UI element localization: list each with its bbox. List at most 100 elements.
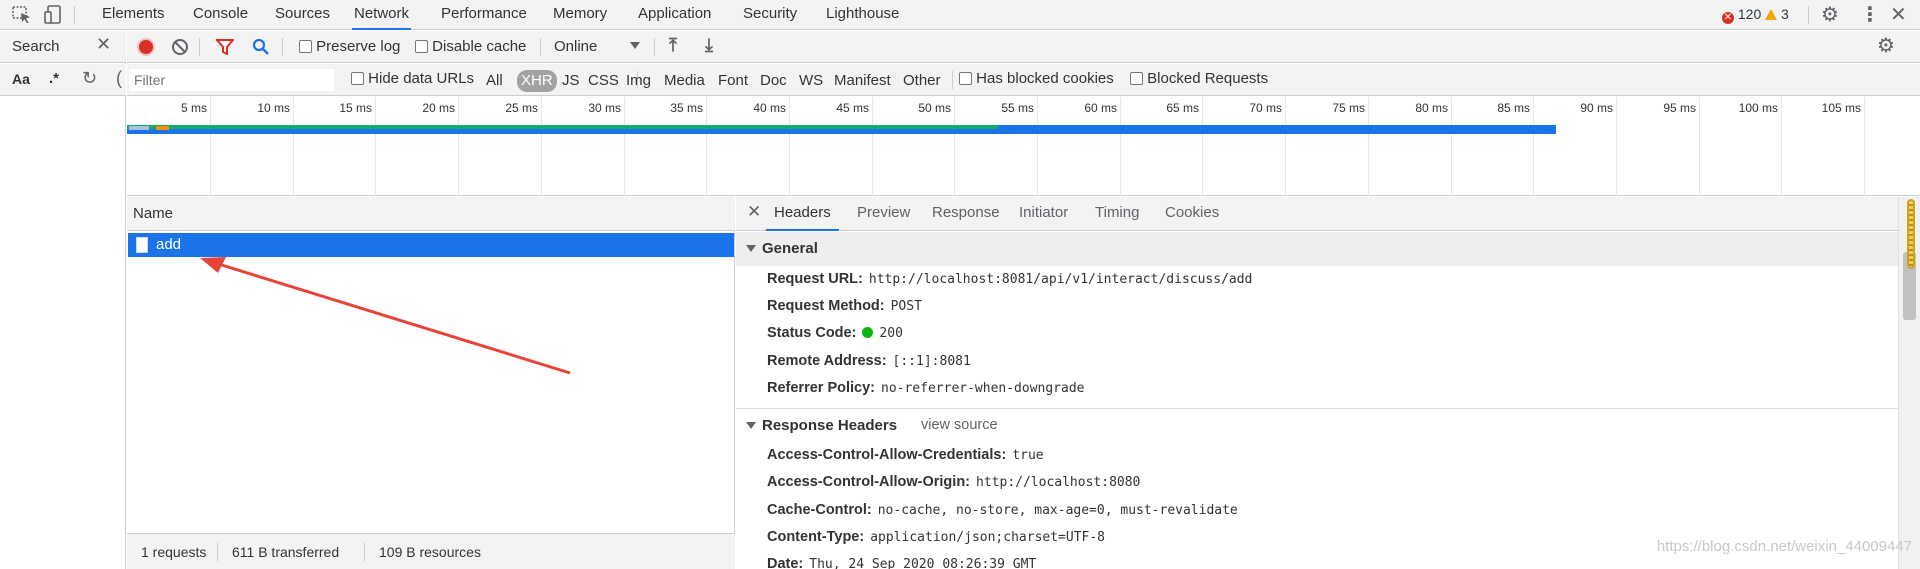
filter-type-font[interactable]: Font: [718, 70, 748, 92]
details-tab-bar: ✕ Headers Preview Response Initiator Tim…: [736, 197, 1920, 231]
refresh-search-icon[interactable]: ↻: [82, 68, 97, 89]
timeline-gridline: [541, 97, 542, 196]
status-ok-icon: [862, 327, 874, 338]
referrer-policy-row: Referrer Policy: no-referrer-when-downgra…: [767, 380, 1085, 396]
chevron-down-icon[interactable]: [630, 42, 640, 49]
tab-network[interactable]: Network: [352, 0, 412, 30]
filter-type-all[interactable]: All: [486, 70, 503, 92]
import-har-icon[interactable]: ⤒: [669, 35, 677, 56]
tab-initiator[interactable]: Initiator: [1019, 197, 1068, 231]
tab-cookies[interactable]: Cookies: [1165, 197, 1219, 231]
timeline-tick-label: 100 ms: [1738, 101, 1778, 115]
blocked-requests-label: Blocked Requests: [1147, 70, 1269, 87]
transferred-size: 611 B transferred: [232, 544, 340, 560]
filter-input[interactable]: [129, 69, 334, 91]
tab-preview[interactable]: Preview: [857, 197, 910, 231]
disable-cache-checkbox[interactable]: Disable cache: [415, 38, 526, 55]
tab-headers[interactable]: Headers: [766, 197, 839, 231]
clear-icon[interactable]: [171, 38, 189, 56]
status-code-row: Status Code: 200: [767, 325, 903, 341]
tab-memory[interactable]: Memory: [551, 0, 609, 30]
search-icon[interactable]: [252, 38, 270, 56]
blocked-requests-checkbox[interactable]: Blocked Requests: [1130, 70, 1268, 87]
filter-type-manifest[interactable]: Manifest: [834, 70, 891, 92]
tab-timing[interactable]: Timing: [1095, 197, 1139, 231]
request-name: add: [156, 236, 182, 253]
view-source-link[interactable]: view source: [921, 417, 998, 433]
timeline-gridline: [1533, 97, 1534, 196]
export-har-icon[interactable]: ⤓: [705, 35, 713, 56]
filter-type-other[interactable]: Other: [903, 70, 941, 92]
timeline-gridline: [1368, 97, 1369, 196]
timeline-gridline: [1616, 97, 1617, 196]
filter-type-xhr[interactable]: XHR: [517, 70, 557, 92]
tab-sources[interactable]: Sources: [273, 0, 332, 30]
device-toolbar-icon[interactable]: [44, 5, 62, 25]
checkbox-box[interactable]: [415, 40, 428, 53]
error-icon: ✕: [1722, 12, 1734, 24]
checkbox-box[interactable]: [1130, 72, 1143, 85]
response-header-row: Access-Control-Allow-Origin: http://local…: [767, 474, 1140, 490]
request-waiting-bar: [127, 125, 998, 129]
filter-type-img[interactable]: Img: [626, 70, 651, 92]
throttling-value: Online: [554, 38, 598, 55]
checkbox-box[interactable]: [959, 72, 972, 85]
clear-search-icon[interactable]: (: [116, 68, 122, 89]
has-blocked-cookies-label: Has blocked cookies: [976, 70, 1114, 87]
filter-funnel-icon[interactable]: [216, 39, 234, 55]
tab-elements[interactable]: Elements: [100, 0, 167, 30]
filter-type-doc[interactable]: Doc: [760, 70, 787, 92]
filter-type-css[interactable]: CSS: [588, 70, 619, 92]
match-case-button[interactable]: Aa: [12, 71, 30, 87]
general-section-header[interactable]: General: [736, 232, 1898, 266]
header-key: Cache-Control:: [767, 502, 872, 518]
throttling-select[interactable]: Online: [554, 38, 597, 55]
timeline-tick-label: 25 ms: [505, 101, 538, 115]
network-settings-gear-icon[interactable]: ⚙: [1877, 33, 1895, 58]
filter-type-ws[interactable]: WS: [799, 70, 823, 92]
request-method-row: Request Method: POST: [767, 298, 922, 314]
tab-console[interactable]: Console: [191, 0, 250, 30]
close-devtools-icon[interactable]: ✕: [1890, 2, 1907, 27]
response-headers-section-header[interactable]: Response Headers: [736, 409, 1898, 443]
regex-button[interactable]: .*: [49, 70, 59, 87]
tab-security[interactable]: Security: [741, 0, 799, 30]
timeline-gridline: [706, 97, 707, 196]
network-status-bar: 1 requests 611 B transferred 109 B resou…: [127, 533, 735, 569]
header-key: Access-Control-Allow-Origin:: [767, 474, 971, 490]
response-header-row: Date: Thu, 24 Sep 2020 08:26:39 GMT: [767, 556, 1036, 569]
tab-response[interactable]: Response: [932, 197, 1000, 231]
header-key: Date:: [767, 556, 804, 569]
close-details-icon[interactable]: ✕: [747, 202, 761, 222]
timeline-tick-label: 10 ms: [257, 101, 290, 115]
tab-application[interactable]: Application: [636, 0, 713, 30]
chevron-down-icon: [746, 245, 756, 252]
filter-type-js[interactable]: JS: [562, 70, 580, 92]
preserve-log-label: Preserve log: [316, 38, 401, 55]
more-options-icon[interactable]: ⋮: [1860, 2, 1880, 27]
name-column-header[interactable]: Name: [133, 205, 173, 222]
timeline-gridline: [872, 97, 873, 196]
hide-data-urls-checkbox[interactable]: Hide data URLs: [351, 70, 474, 87]
close-search-icon[interactable]: ✕: [96, 34, 111, 55]
header-key: Status Code:: [767, 325, 857, 341]
filter-type-media[interactable]: Media: [664, 70, 705, 92]
timeline-gridline: [1202, 97, 1203, 196]
header-key: Request URL:: [767, 271, 863, 287]
timeline-overview[interactable]: 5 ms 10 ms 15 ms 20 ms 25 ms 30 ms 35 ms 40 ms 4…: [127, 97, 1920, 196]
has-blocked-cookies-checkbox[interactable]: Has blocked cookies: [959, 70, 1114, 87]
tab-performance[interactable]: Performance: [439, 0, 529, 30]
settings-gear-icon[interactable]: ⚙: [1821, 2, 1839, 27]
tab-lighthouse[interactable]: Lighthouse: [824, 0, 901, 30]
preserve-log-checkbox[interactable]: Preserve log: [299, 38, 400, 55]
inspect-element-icon[interactable]: [12, 6, 32, 24]
issue-counter[interactable]: ✕ 120 3: [1722, 6, 1789, 24]
timeline-gridline: [1120, 97, 1121, 196]
checkbox-box[interactable]: [299, 40, 312, 53]
record-icon[interactable]: [137, 38, 155, 56]
checkbox-box[interactable]: [351, 72, 364, 85]
search-options-bar: Aa .* ↻ (: [0, 64, 126, 96]
timeline-gridline: [624, 97, 625, 196]
table-row[interactable]: add: [128, 233, 734, 257]
sidebar-resize-handle[interactable]: [1907, 199, 1915, 269]
